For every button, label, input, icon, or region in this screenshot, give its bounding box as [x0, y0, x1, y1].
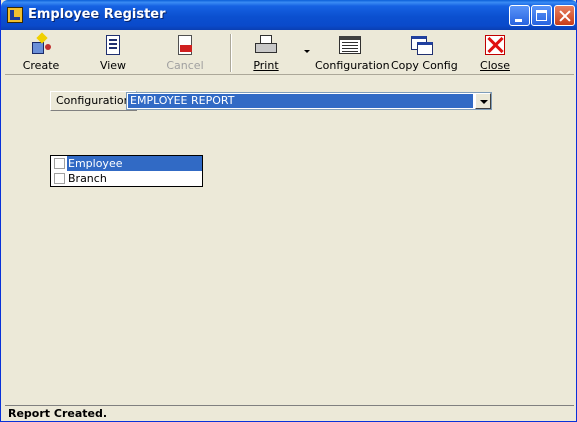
printer-icon: [254, 34, 278, 56]
create-label: Create: [22, 59, 60, 72]
employee-register-window: Employee Register Create View Cancel Pri…: [0, 0, 577, 422]
print-dropdown-arrow[interactable]: [304, 50, 310, 53]
cancel-label: Cancel: [166, 59, 204, 72]
close-x-icon: [483, 34, 507, 56]
minimize-button[interactable]: [509, 5, 530, 26]
toolbar: Create View Cancel Print Configuration C…: [5, 30, 574, 75]
list-item[interactable]: Branch: [51, 171, 202, 186]
window-title: Employee Register: [28, 7, 166, 22]
chevron-down-icon[interactable]: [475, 93, 491, 109]
checkbox-employee[interactable]: [54, 158, 65, 169]
toolbar-separator: [230, 34, 232, 72]
view-report-icon: [101, 34, 125, 56]
configuration-button[interactable]: Configuration: [315, 32, 390, 74]
print-label: Print: [253, 59, 279, 72]
configuration-dropdown[interactable]: EMPLOYEE REPORT: [126, 92, 492, 110]
maximize-button[interactable]: [531, 5, 552, 26]
list-item[interactable]: Employee: [51, 156, 202, 171]
configuration-icon: [338, 34, 362, 56]
configuration-field-label: Configuration: [50, 91, 137, 111]
cancel-button[interactable]: Cancel: [160, 32, 210, 74]
status-text: Report Created.: [8, 407, 108, 420]
configuration-selected-value: EMPLOYEE REPORT: [128, 94, 473, 108]
report-sections-checklist: Employee Branch: [50, 155, 203, 187]
copy-config-label: Copy Config: [391, 59, 458, 72]
print-button[interactable]: Print: [243, 32, 289, 74]
copy-config-icon: [410, 34, 434, 56]
close-label: Close: [480, 59, 510, 72]
view-label: View: [99, 59, 127, 72]
window-close-button[interactable]: [554, 5, 575, 26]
cancel-report-icon: [173, 34, 197, 56]
close-button[interactable]: Close: [473, 32, 517, 74]
copy-config-button[interactable]: Copy Config: [391, 32, 458, 74]
create-report-icon: [29, 32, 53, 56]
configuration-label: Configuration: [315, 59, 390, 72]
list-item-label: Branch: [68, 172, 107, 185]
list-item-label: Employee: [67, 156, 202, 171]
create-button[interactable]: Create: [13, 32, 69, 74]
checkbox-branch[interactable]: [54, 173, 65, 184]
app-icon: [7, 7, 23, 23]
title-bar[interactable]: Employee Register: [1, 0, 577, 30]
status-bar: Report Created.: [5, 405, 574, 421]
view-button[interactable]: View: [89, 32, 137, 74]
